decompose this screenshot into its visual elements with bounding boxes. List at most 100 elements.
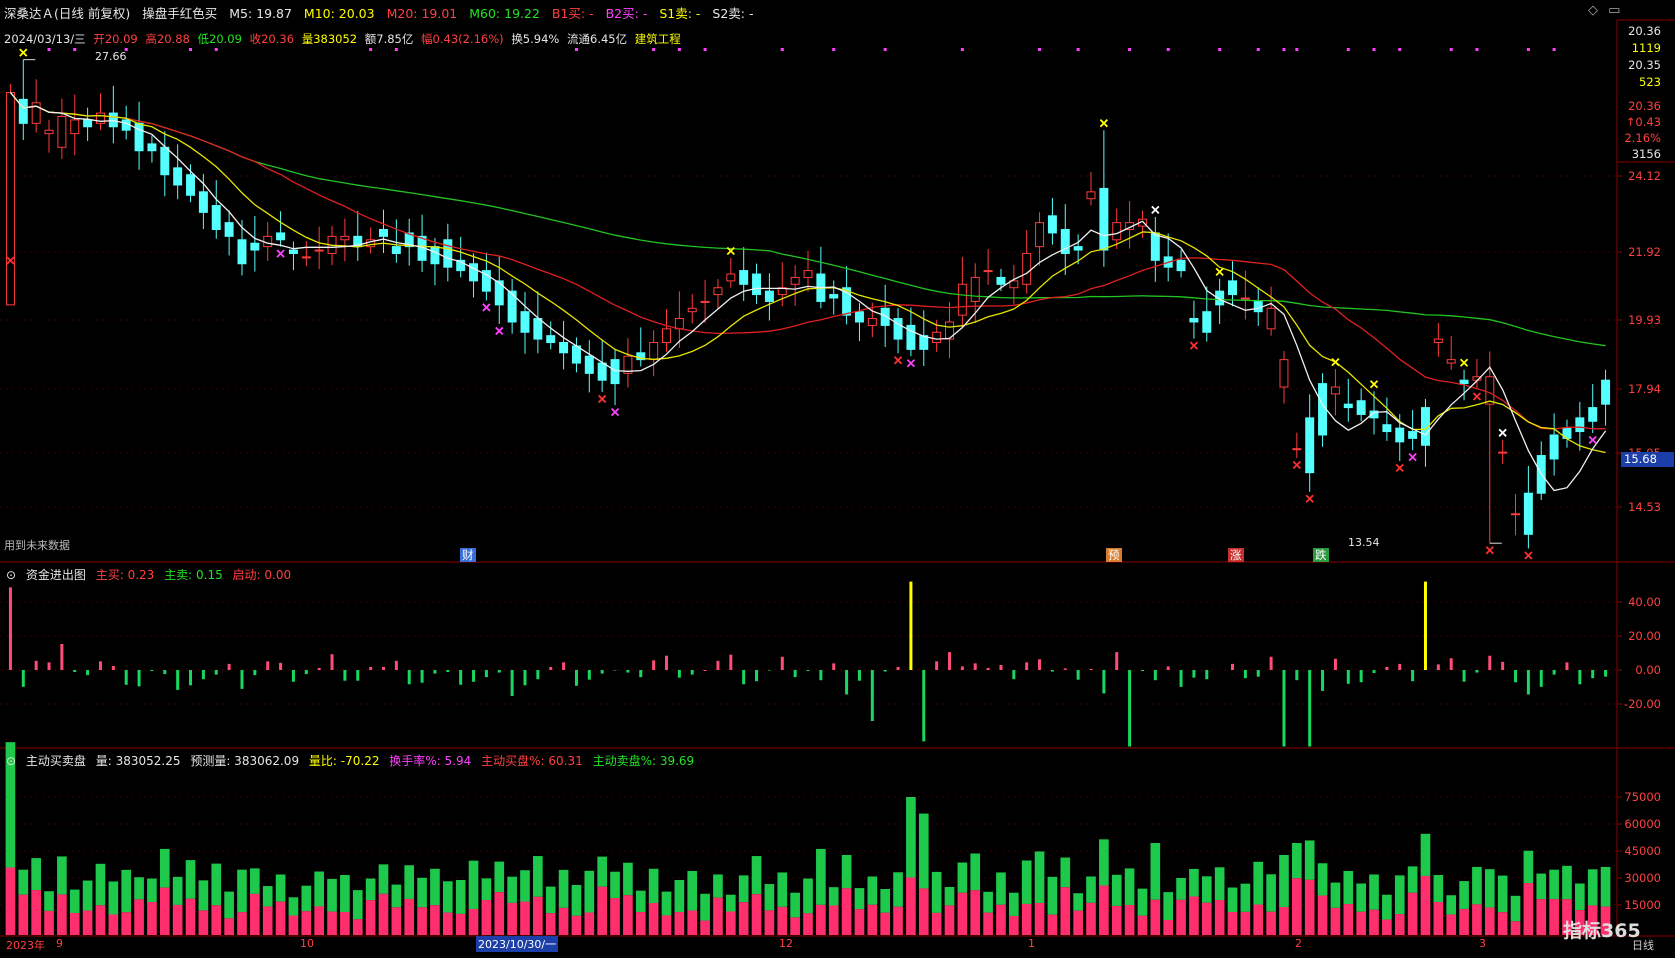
money-bar bbox=[703, 670, 707, 671]
money-bar bbox=[806, 670, 810, 672]
volume-buy-bar bbox=[597, 886, 607, 935]
volume-sell-bar bbox=[880, 889, 891, 913]
volume-buy-bar bbox=[1176, 899, 1186, 935]
signal-mark bbox=[495, 326, 504, 336]
volume-sell-bar bbox=[545, 886, 556, 914]
candle bbox=[520, 311, 530, 333]
volume-sell-bar bbox=[1292, 843, 1302, 879]
event-forecast[interactable]: 预 bbox=[1106, 548, 1122, 562]
volume-buy-bar bbox=[571, 915, 582, 935]
volume-sell-bar bbox=[95, 863, 106, 906]
money-bar bbox=[214, 670, 218, 675]
money-bar bbox=[536, 670, 540, 680]
volume-sell-bar bbox=[1189, 868, 1199, 897]
signal-mark bbox=[1408, 453, 1417, 462]
candle bbox=[160, 146, 170, 176]
candle bbox=[571, 345, 581, 364]
volume-buy-bar bbox=[1407, 892, 1418, 935]
money-bar bbox=[304, 670, 308, 675]
volume-buy-bar bbox=[1266, 911, 1276, 935]
volume-sell-bar bbox=[340, 875, 350, 913]
volume-sell-bar bbox=[1201, 876, 1212, 903]
kline-chart[interactable] bbox=[0, 0, 1675, 958]
candle bbox=[919, 335, 929, 350]
money-bar bbox=[1179, 670, 1183, 687]
time-label: 10 bbox=[300, 937, 314, 950]
candle bbox=[301, 256, 311, 259]
money-bar bbox=[1128, 670, 1132, 747]
money-title[interactable]: 资金进出图 bbox=[26, 568, 86, 582]
money-bar bbox=[896, 666, 900, 670]
volume-buy-bar bbox=[1420, 875, 1431, 935]
event-limit-up[interactable]: 涨 bbox=[1228, 548, 1244, 562]
volume-buy-bar bbox=[687, 910, 698, 935]
volume-sell-bar bbox=[1446, 895, 1457, 915]
candle bbox=[662, 328, 671, 344]
signal-mark bbox=[1331, 358, 1340, 367]
volume-buy-bar bbox=[1214, 900, 1225, 935]
candle bbox=[1330, 386, 1340, 395]
signal-dot bbox=[189, 48, 193, 51]
money-bar bbox=[189, 670, 193, 686]
signal-mark bbox=[893, 356, 903, 365]
candle bbox=[1382, 424, 1392, 433]
volume-buy-bar bbox=[1304, 879, 1315, 935]
volume-buy-bar bbox=[738, 902, 749, 935]
volume-sell-bar bbox=[1317, 863, 1328, 896]
volume-buy-bar bbox=[275, 901, 286, 935]
signal-dot bbox=[1218, 48, 1222, 51]
candle bbox=[237, 239, 247, 265]
volume-sell-bar bbox=[1497, 875, 1508, 913]
volume-sell-bar bbox=[57, 856, 67, 895]
money-bar bbox=[1256, 670, 1260, 677]
volume-sell-bar bbox=[1214, 867, 1225, 901]
money-bar bbox=[935, 661, 939, 670]
volume-buy-bar bbox=[661, 915, 672, 935]
volume-title[interactable]: 主动买卖盘 bbox=[26, 754, 86, 768]
volume-sell-bar bbox=[237, 869, 247, 913]
volume-buy-bar bbox=[1446, 914, 1457, 935]
money-bar bbox=[639, 670, 643, 678]
volume-buy-bar bbox=[1201, 902, 1212, 935]
event-limit-down[interactable]: 跌 bbox=[1313, 548, 1329, 562]
brand-watermark: 指标365 bbox=[1563, 920, 1641, 942]
volume-buy-bar bbox=[1099, 885, 1109, 935]
money-bar bbox=[1295, 670, 1299, 681]
money-bar bbox=[832, 663, 836, 670]
volume-buy-bar bbox=[1034, 902, 1045, 935]
quote-price: 20.36 bbox=[1628, 24, 1661, 38]
volume-buy-bar bbox=[918, 888, 929, 935]
time-label: 2 bbox=[1295, 937, 1302, 950]
money-bar bbox=[1153, 670, 1157, 681]
candle bbox=[1022, 252, 1032, 285]
quote-volume2: 523 bbox=[1639, 75, 1661, 89]
signal-mark bbox=[1215, 267, 1224, 276]
volume-sell-bar bbox=[1009, 892, 1019, 916]
volume-sell-bar bbox=[391, 884, 402, 908]
money-bar bbox=[176, 670, 180, 690]
candle bbox=[340, 235, 350, 241]
candle bbox=[1549, 434, 1559, 460]
candle bbox=[1150, 232, 1160, 261]
event-finance[interactable]: 财 bbox=[460, 548, 476, 562]
volume-sell-bar bbox=[944, 886, 955, 906]
money-bar bbox=[729, 654, 733, 670]
volume-buy-bar bbox=[5, 867, 16, 935]
volume-sell-bar bbox=[1111, 874, 1122, 906]
ma60-line bbox=[9, 92, 1606, 347]
quote-total: 3156 bbox=[1631, 147, 1661, 161]
volume-sell-bar bbox=[1472, 866, 1482, 905]
volume-buy-bar bbox=[584, 912, 595, 935]
collapse-icon[interactable]: ⊙ bbox=[6, 754, 16, 768]
volume-sell-bar bbox=[365, 878, 376, 901]
volume-tick: 15000 bbox=[1624, 898, 1661, 912]
volume-buy-bar bbox=[95, 905, 106, 935]
candle bbox=[224, 222, 234, 237]
money-bar bbox=[587, 670, 591, 680]
volume-buy-bar bbox=[803, 913, 813, 935]
volume-buy-bar bbox=[931, 912, 942, 935]
money-bar bbox=[73, 670, 77, 673]
volume-sell-bar bbox=[314, 871, 324, 907]
collapse-icon[interactable]: ⊙ bbox=[6, 568, 16, 582]
candle bbox=[1266, 307, 1276, 330]
